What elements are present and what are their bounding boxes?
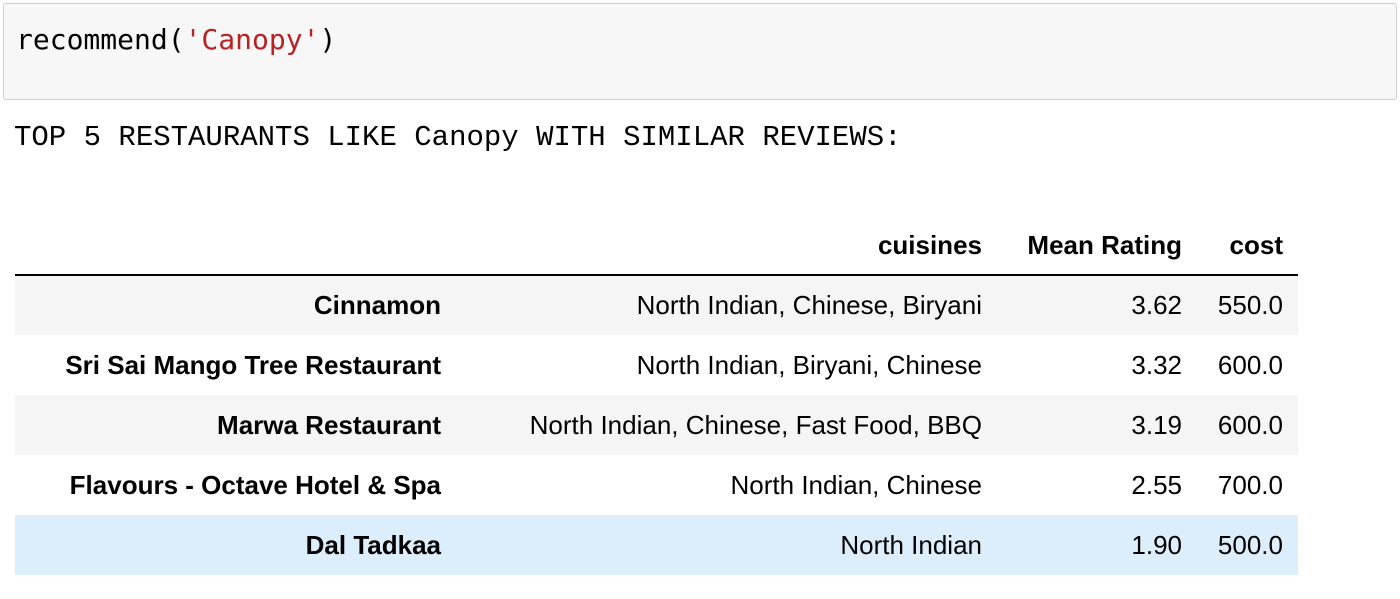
cost-cell: 550.0	[1217, 290, 1283, 320]
table-row: Cinnamon North Indian, Chinese, Biryani …	[15, 275, 1298, 335]
code-function-call: recommend(	[16, 23, 185, 56]
table-row: Marwa Restaurant North Indian, Chinese, …	[15, 395, 1298, 455]
table-row: Sri Sai Mango Tree Restaurant North Indi…	[15, 335, 1298, 395]
column-header-cost: cost	[1197, 217, 1298, 276]
column-header-index	[15, 217, 456, 276]
mean-rating-cell: 3.19	[1131, 409, 1182, 440]
restaurant-name: Sri Sai Mango Tree Restaurant	[65, 349, 441, 380]
cost-cell: 700.0	[1217, 469, 1283, 500]
code-cell-input[interactable]: recommend('Canopy')	[3, 3, 1397, 100]
cost-cell: 600.0	[1217, 349, 1283, 380]
mean-rating-cell: 3.32	[1131, 349, 1182, 380]
cuisines-cell: North Indian	[840, 529, 982, 560]
column-header-cuisines: cuisines	[456, 217, 997, 276]
restaurant-name: Cinnamon	[313, 290, 441, 320]
code-close-paren: )	[319, 23, 337, 56]
cuisines-cell: North Indian, Chinese	[730, 469, 982, 500]
mean-rating-cell: 2.55	[1131, 469, 1182, 500]
code-string-argument: 'Canopy'	[184, 23, 320, 56]
restaurant-name: Marwa Restaurant	[217, 409, 441, 440]
mean-rating-cell: 3.62	[1131, 290, 1182, 320]
recommendations-table: cuisines Mean Rating cost Cinnamon North…	[15, 217, 1298, 575]
restaurant-name: Dal Tadkaa	[305, 529, 441, 560]
mean-rating-cell: 1.90	[1131, 529, 1182, 560]
cuisines-cell: North Indian, Biryani, Chinese	[636, 349, 982, 380]
code-line: recommend('Canopy')	[16, 22, 336, 58]
column-header-mean-rating: Mean Rating	[997, 217, 1197, 276]
cuisines-cell: North Indian, Chinese, Biryani	[636, 290, 982, 320]
cost-cell: 500.0	[1217, 529, 1283, 560]
table-row: Flavours - Octave Hotel & Spa North Indi…	[15, 455, 1298, 515]
restaurant-name: Flavours - Octave Hotel & Spa	[69, 469, 441, 500]
cost-cell: 600.0	[1217, 409, 1283, 440]
table-row-highlighted: Dal Tadkaa North Indian 1.90 500.0	[15, 515, 1298, 575]
notebook-page: recommend('Canopy') TOP 5 RESTAURANTS LI…	[0, 0, 1400, 599]
table-header-row: cuisines Mean Rating cost	[15, 217, 1298, 276]
cuisines-cell: North Indian, Chinese, Fast Food, BBQ	[529, 409, 982, 440]
output-heading: TOP 5 RESTAURANTS LIKE Canopy WITH SIMIL…	[14, 121, 902, 154]
